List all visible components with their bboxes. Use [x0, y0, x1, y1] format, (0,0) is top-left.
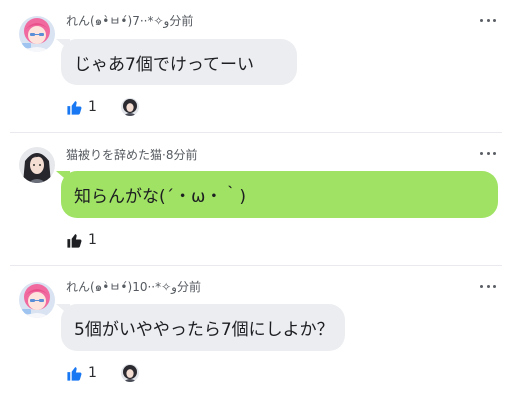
comment-thread: れん(๑•̀ㅂ•́)و✧*··7分前 じゃあ7個でけってーい 1 猫被りを辞めた… [0, 0, 512, 411]
thumbs-up-icon [67, 366, 82, 381]
message-bubble: じゃあ7個でけってーい [61, 39, 297, 85]
message-bubble: 5個がいややったら7個にしよか？ [61, 304, 345, 351]
reaction-bar: 1 [66, 363, 139, 383]
comment-meta: れん(๑•̀ㅂ•́)و✧*··10分前 [66, 278, 201, 297]
more-options-icon[interactable] [480, 283, 496, 289]
author-name[interactable]: 猫被りを辞めた猫 [66, 148, 162, 162]
comment-item: 猫被りを辞めた猫·8分前 知らんがな(´・ω・｀) 1 [0, 133, 512, 265]
pink-hair-avatar-icon [19, 16, 55, 52]
like-count: 1 [88, 99, 97, 115]
dark-hair-avatar-icon [120, 364, 139, 382]
more-options-icon[interactable] [480, 150, 496, 156]
message-bubble: 知らんがな(´・ω・｀) [61, 171, 498, 218]
comment-meta: 猫被りを辞めた猫·8分前 [66, 146, 197, 163]
comment-item: れん(๑•̀ㅂ•́)و✧*··10分前 5個がいややったら7個にしよか？ 1 [0, 266, 512, 411]
like-button[interactable]: 1 [66, 365, 97, 382]
like-button[interactable]: 1 [66, 99, 97, 116]
like-count: 1 [88, 232, 97, 248]
message-text: じゃあ7個でけってーい [74, 54, 254, 75]
message-text: 5個がいややったら7個にしよか？ [74, 320, 334, 340]
dark-hair-avatar-icon [120, 98, 139, 116]
reactor-avatar[interactable] [120, 98, 139, 116]
comment-meta: れん(๑•̀ㅂ•́)و✧*··7分前 [66, 12, 193, 31]
reaction-bar: 1 [66, 230, 97, 250]
avatar[interactable] [19, 147, 55, 183]
timestamp: 8分前 [165, 148, 198, 162]
avatar[interactable] [19, 282, 55, 318]
author-name[interactable]: れん(๑•̀ㅂ•́)و✧*· [66, 14, 169, 28]
comment-item: れん(๑•̀ㅂ•́)و✧*··7分前 じゃあ7個でけってーい 1 [0, 0, 512, 132]
pink-hair-avatar-icon [19, 282, 55, 318]
thumbs-up-icon [67, 100, 82, 115]
avatar[interactable] [19, 16, 55, 52]
thumbs-up-icon [67, 233, 82, 248]
message-text: 知らんがな(´・ω・｀) [74, 187, 247, 207]
like-count: 1 [88, 365, 97, 381]
reaction-bar: 1 [66, 97, 139, 117]
dark-hair-avatar-icon [19, 147, 55, 183]
reactor-avatar[interactable] [120, 364, 139, 382]
author-name[interactable]: れん(๑•̀ㅂ•́)و✧*· [66, 280, 177, 294]
like-button[interactable]: 1 [66, 232, 97, 249]
more-options-icon[interactable] [480, 17, 496, 23]
